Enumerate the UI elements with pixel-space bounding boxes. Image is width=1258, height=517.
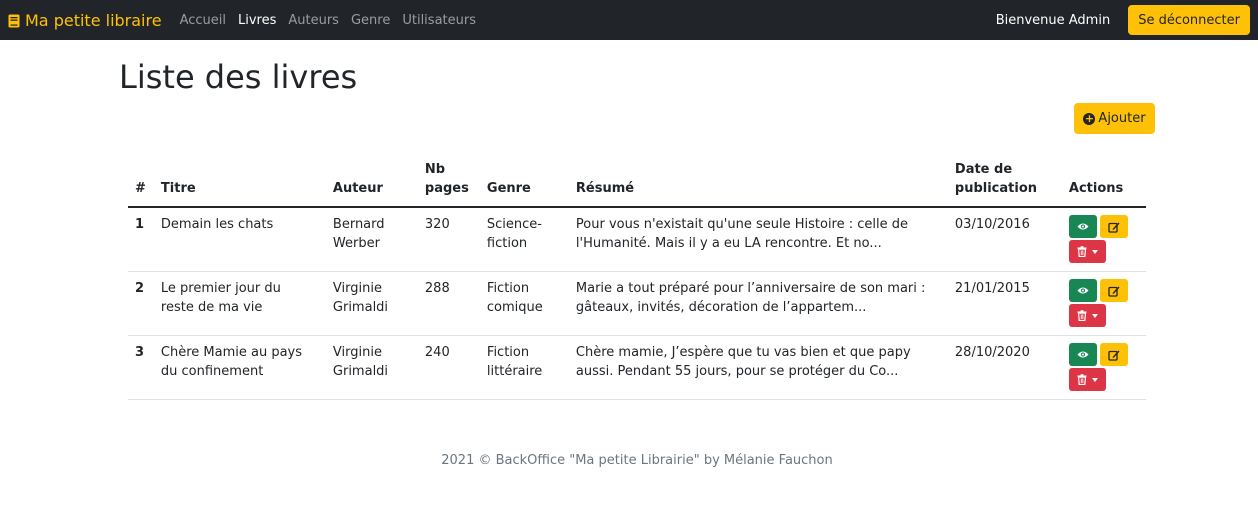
cell-date: 28/10/2020	[947, 335, 1062, 400]
eye-icon	[1077, 350, 1089, 359]
cell-pages: 288	[417, 271, 480, 336]
nav-link-auteurs[interactable]: Auteurs	[288, 13, 339, 28]
cell-auteur: Virginie Grimaldi	[325, 335, 418, 400]
plus-circle-icon: +	[1083, 111, 1096, 125]
top-navbar: Ma petite libraire Accueil Livres Auteur…	[0, 0, 1258, 40]
cell-resume: Chère mamie, J’espère que tu vas bien et…	[568, 335, 948, 400]
cell-num: 3	[128, 335, 154, 400]
header-auteur: Auteur	[325, 156, 418, 208]
table-row: 3 Chère Mamie au pays du confinement Virgi…	[128, 335, 1146, 400]
delete-dropdown-button[interactable]	[1068, 240, 1106, 263]
cell-auteur: Bernard Werber	[325, 207, 418, 272]
header-genre: Genre	[479, 156, 569, 208]
cell-num: 2	[128, 271, 154, 336]
cell-titre: Chère Mamie au pays du confinement	[153, 335, 326, 400]
book-icon	[8, 13, 20, 28]
eye-icon	[1077, 286, 1089, 295]
add-button-label: Ajouter	[1098, 111, 1146, 126]
welcome-text: Bienvenue Admin	[995, 12, 1111, 28]
header-titre: Titre	[153, 156, 326, 208]
cell-resume: Pour vous n'existait qu'une seule Histoi…	[568, 207, 948, 272]
edit-icon	[1108, 285, 1120, 297]
cell-pages: 320	[417, 207, 480, 272]
view-button[interactable]	[1068, 215, 1097, 238]
caret-down-icon	[1091, 249, 1098, 254]
trash-icon	[1077, 310, 1087, 321]
trash-icon	[1077, 246, 1087, 257]
cell-genre: Science-fiction	[479, 207, 569, 272]
row-actions	[1068, 279, 1138, 327]
cell-genre: Fiction comique	[479, 271, 569, 336]
view-button[interactable]	[1068, 279, 1097, 302]
cell-genre: Fiction littéraire	[479, 335, 569, 400]
brand-label: Ma petite libraire	[25, 10, 162, 30]
delete-dropdown-button[interactable]	[1068, 304, 1106, 327]
row-actions-top	[1068, 215, 1138, 238]
edit-icon	[1108, 349, 1120, 361]
header-actions: Actions	[1061, 156, 1146, 208]
cell-titre: Le premier jour du reste de ma vie	[153, 271, 326, 336]
table-row: 2 Le premier jour du reste de ma vie Virgi…	[128, 271, 1146, 336]
footer: 2021 © BackOffice "Ma petite Librairie" …	[441, 453, 833, 468]
row-actions	[1068, 215, 1138, 263]
nav-link-utilisateurs[interactable]: Utilisateurs	[402, 13, 476, 28]
nav-right: Bienvenue Admin Se déconnecter	[996, 5, 1250, 35]
edit-icon	[1108, 221, 1120, 233]
caret-down-icon	[1091, 313, 1098, 318]
table-row: 1 Demain les chats Bernard Werber 320 Scienc…	[128, 207, 1146, 272]
nav-link-livres[interactable]: Livres	[238, 13, 276, 28]
page-title: Liste des livres	[119, 58, 358, 96]
cell-date: 03/10/2016	[947, 207, 1062, 272]
nav-link-accueil[interactable]: Accueil	[180, 13, 226, 28]
delete-dropdown-button[interactable]	[1068, 368, 1106, 391]
edit-button[interactable]	[1099, 343, 1128, 366]
cell-pages: 240	[417, 335, 480, 400]
cell-num: 1	[128, 207, 154, 272]
header-date: Date de publication	[947, 156, 1062, 208]
header-resume: Résumé	[568, 156, 948, 208]
books-table: # Titre Auteur Nb pages Genre Résumé Dat…	[128, 156, 1146, 400]
edit-button[interactable]	[1099, 279, 1128, 302]
header-num: #	[128, 156, 154, 208]
cell-actions	[1061, 335, 1146, 400]
header-pages: Nb pages	[417, 156, 480, 208]
table-header-row: # Titre Auteur Nb pages Genre Résumé Dat…	[128, 156, 1146, 208]
nav-link-genre[interactable]: Genre	[351, 13, 390, 28]
cell-date: 21/01/2015	[947, 271, 1062, 336]
cell-actions	[1061, 271, 1146, 336]
cell-actions	[1061, 207, 1146, 272]
cell-auteur: Virginie Grimaldi	[325, 271, 418, 336]
logout-button[interactable]: Se déconnecter	[1128, 5, 1250, 35]
row-actions-top	[1068, 343, 1138, 366]
row-actions-top	[1068, 279, 1138, 302]
row-actions	[1068, 343, 1138, 391]
trash-icon	[1077, 374, 1087, 385]
add-book-button[interactable]: + Ajouter	[1074, 103, 1155, 134]
cell-titre: Demain les chats	[153, 207, 326, 272]
view-button[interactable]	[1068, 343, 1097, 366]
brand-link[interactable]: Ma petite libraire	[8, 11, 162, 30]
eye-icon	[1077, 222, 1089, 231]
nav-links: Accueil Livres Auteurs Genre Utilisateur…	[180, 13, 488, 28]
cell-resume: Marie a tout préparé pour l’anniversaire…	[568, 271, 948, 336]
edit-button[interactable]	[1099, 215, 1128, 238]
caret-down-icon	[1091, 377, 1098, 382]
